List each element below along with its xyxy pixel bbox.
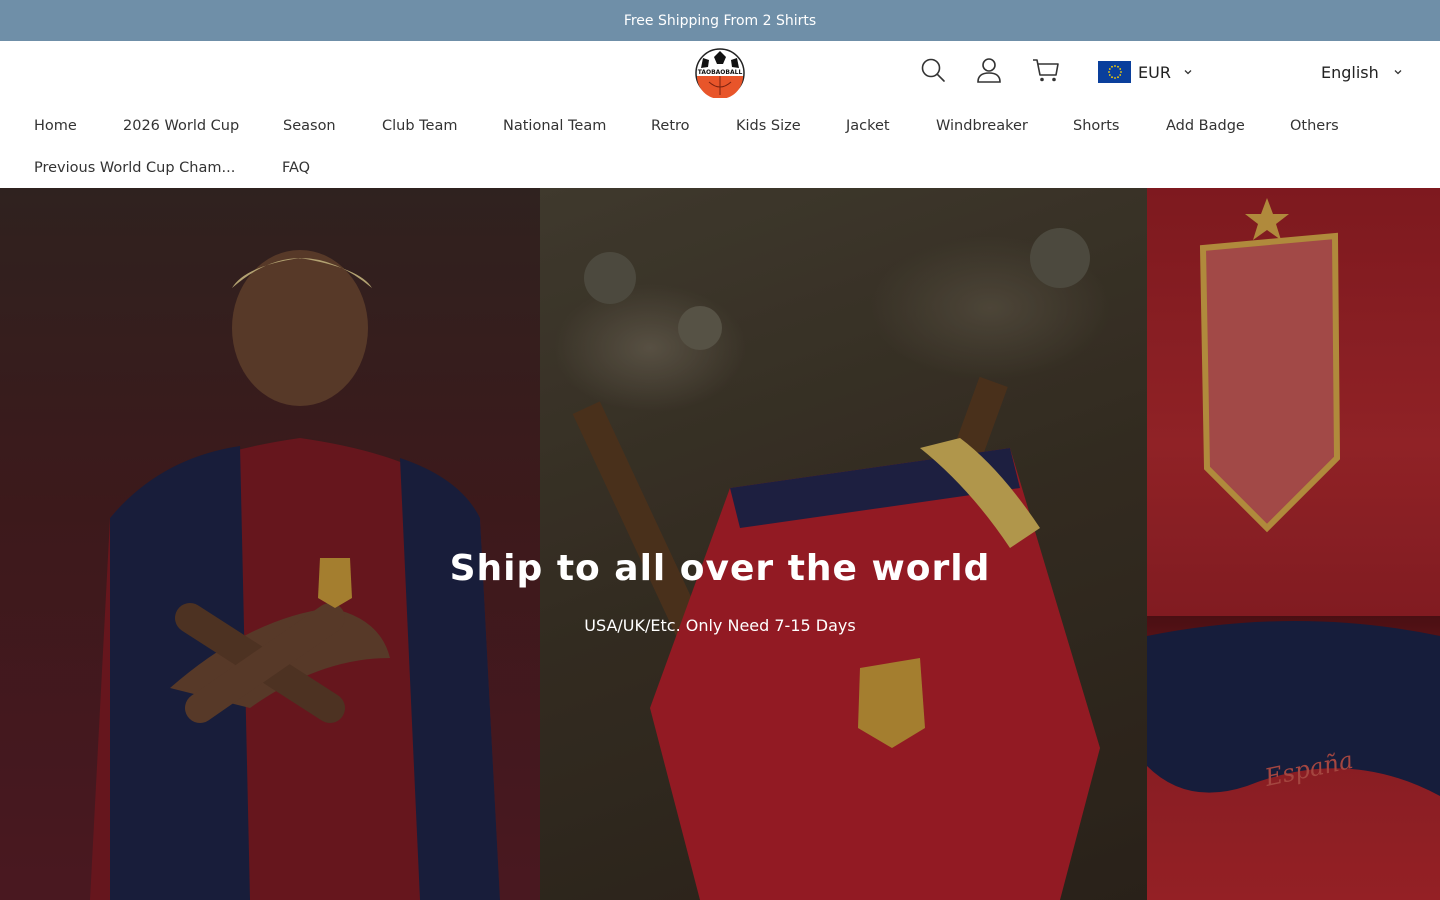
hero-overlay: [0, 188, 1440, 900]
search-icon: [921, 58, 945, 82]
hero-subtitle: USA/UK/Etc. Only Need 7-15 Days: [584, 616, 856, 635]
nav-item-season[interactable]: Season: [283, 114, 336, 138]
nav-item-retro[interactable]: Retro: [651, 114, 690, 138]
nav-item-shorts[interactable]: Shorts: [1073, 114, 1119, 138]
currency-code: EUR: [1138, 62, 1171, 82]
nav-item-club-team[interactable]: Club Team: [382, 114, 457, 138]
hero-title: Ship to all over the world: [449, 548, 991, 589]
language-selector[interactable]: English: [1321, 61, 1403, 83]
eu-flag-icon: [1098, 61, 1131, 83]
nav-item-home[interactable]: Home: [34, 114, 77, 138]
cart-icon: [1033, 59, 1059, 82]
chevron-down-icon: [1394, 70, 1402, 75]
announcement-text: Free Shipping From 2 Shirts: [623, 12, 817, 29]
nav-item-2026-world-cup[interactable]: 2026 World Cup: [123, 114, 239, 138]
language-label: English: [1321, 62, 1379, 82]
site-header: TAOBAOBALL EUR English Home 2026 World C…: [0, 41, 1440, 188]
nav-item-faq[interactable]: FAQ: [282, 156, 310, 180]
nav-item-national-team[interactable]: National Team: [503, 114, 606, 138]
main-nav: Home 2026 World Cup Season Club Team Nat…: [0, 114, 1440, 138]
svg-text:TAOBAOBALL: TAOBAOBALL: [698, 69, 743, 76]
nav-item-add-badge[interactable]: Add Badge: [1166, 114, 1245, 138]
nav-item-windbreaker[interactable]: Windbreaker: [936, 114, 1028, 138]
nav-item-others[interactable]: Others: [1290, 114, 1339, 138]
soccer-ball-logo-icon: TAOBAOBALL: [695, 48, 745, 99]
account-button[interactable]: [976, 57, 1002, 83]
store-logo[interactable]: TAOBAOBALL: [695, 48, 745, 99]
nav-item-kids-size[interactable]: Kids Size: [736, 114, 801, 138]
chevron-down-icon: [1184, 70, 1192, 75]
account-icon: [977, 58, 1001, 83]
currency-selector[interactable]: EUR: [1098, 61, 1193, 83]
search-button[interactable]: [920, 57, 946, 83]
hero-banner[interactable]: España Ship to all over the world USA/UK…: [0, 188, 1440, 900]
announcement-bar: Free Shipping From 2 Shirts: [0, 0, 1440, 41]
main-nav-row-2: Previous World Cup Cham... FAQ: [0, 156, 1440, 180]
nav-item-previous-world-cup-champions[interactable]: Previous World Cup Cham...: [34, 156, 235, 180]
nav-item-jacket[interactable]: Jacket: [846, 114, 890, 138]
cart-button[interactable]: [1032, 57, 1059, 83]
